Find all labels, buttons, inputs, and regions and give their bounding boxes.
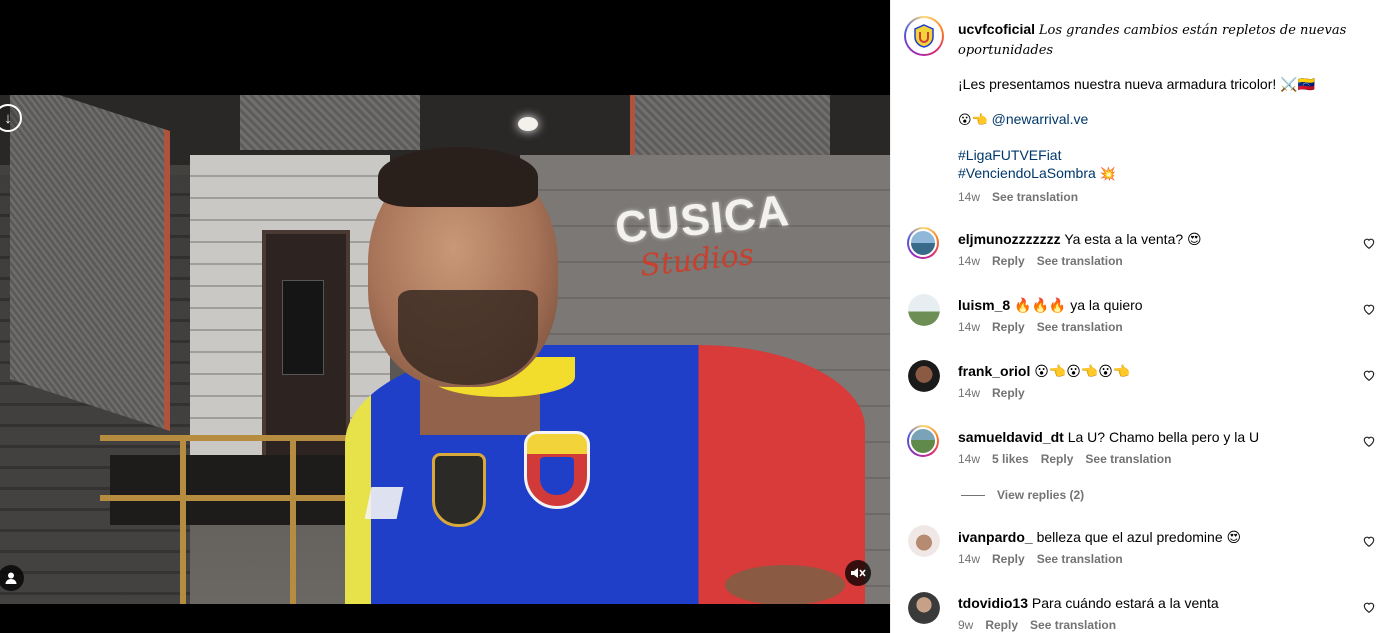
see-translation-link[interactable]: See translation	[1037, 320, 1123, 334]
view-replies-button[interactable]: View replies (2)	[997, 488, 1084, 502]
comment-meta: 14w 5 likes Reply See translation	[958, 452, 1171, 466]
caption-meta: 14w See translation	[958, 190, 1078, 204]
commenter-username[interactable]: frank_oriol	[958, 363, 1030, 379]
commenter-username[interactable]: ivanpardo_	[958, 529, 1033, 545]
commenter-username[interactable]: tdovidio13	[958, 595, 1028, 611]
comment: samueldavid_dt La U? Chamo bella pero y …	[958, 428, 1358, 446]
like-heart-icon[interactable]	[1362, 434, 1376, 448]
commenter-username[interactable]: samueldavid_dt	[958, 429, 1064, 445]
comment-meta: 14w Reply	[958, 386, 1025, 400]
caption-italic-1: Los grandes cambios están repletos de nu…	[1038, 23, 1347, 38]
hashtags: #LigaFUTVEFiat #VenciendoLaSombra 💥	[958, 146, 1358, 184]
comment-age: 14w	[958, 320, 981, 334]
door-sign	[282, 280, 324, 375]
see-translation-link[interactable]: See translation	[1085, 452, 1171, 466]
mention-link[interactable]: @newarrival.ve	[992, 111, 1089, 127]
reply-button[interactable]: Reply	[992, 254, 1025, 268]
caption-mention-line: 😮👈 @newarrival.ve	[958, 110, 1358, 130]
reply-button[interactable]: Reply	[985, 618, 1018, 632]
like-heart-icon[interactable]	[1362, 302, 1376, 316]
player-arm	[725, 565, 845, 604]
comment-age: 14w	[958, 452, 981, 466]
comment-text: Ya esta a la venta? 😍	[1064, 231, 1202, 247]
like-heart-icon[interactable]	[1362, 368, 1376, 382]
commenter-avatar[interactable]	[907, 227, 939, 259]
see-translation-link[interactable]: See translation	[1030, 618, 1116, 632]
like-heart-icon[interactable]	[1362, 534, 1376, 548]
comment-meta: 14w Reply See translation	[958, 254, 1123, 268]
see-translation-link[interactable]: See translation	[992, 190, 1078, 204]
burst-emoji: 💥	[1099, 167, 1116, 182]
comment-age: 9w	[958, 618, 974, 632]
kit-maker-logo	[364, 487, 404, 519]
comment-meta: 9w Reply See translation	[958, 618, 1116, 632]
see-translation-link[interactable]: See translation	[1037, 552, 1123, 566]
railing-post	[290, 435, 296, 604]
reply-button[interactable]: Reply	[992, 320, 1025, 334]
comment-age: 14w	[958, 552, 981, 566]
comment: luism_8 🔥🔥🔥 ya la quiero	[958, 296, 1358, 314]
video-player[interactable]: CUSICA Studios ↓	[0, 0, 890, 633]
comment-text: belleza que el azul predomine 😍	[1036, 529, 1242, 545]
player-beard	[398, 290, 538, 385]
player-hair	[378, 147, 538, 207]
see-translation-link[interactable]: See translation	[1037, 254, 1123, 268]
reply-button[interactable]: Reply	[992, 552, 1025, 566]
acoustic-panel-top-right	[630, 95, 830, 155]
caption: ucvfcoficial Los grandes cambios están r…	[958, 20, 1358, 60]
commenter-avatar[interactable]	[908, 525, 940, 557]
railing-post	[180, 435, 186, 604]
comments-panel[interactable]: ucvfcoficial Los grandes cambios están r…	[890, 0, 1380, 633]
acoustic-panel	[10, 95, 170, 431]
comment-text: 🔥🔥🔥 ya la quiero	[1014, 297, 1143, 313]
author-username[interactable]: ucvfcoficial	[958, 21, 1035, 37]
commenter-username[interactable]: luism_8	[958, 297, 1010, 313]
sponsor-crest	[432, 453, 486, 527]
like-heart-icon[interactable]	[1362, 600, 1376, 614]
comment: frank_oriol 😮👈😮👈😮👈	[958, 362, 1358, 380]
bench	[110, 455, 350, 525]
club-crest-center	[540, 457, 574, 495]
acoustic-panel-top	[240, 95, 420, 150]
commenter-username[interactable]: eljmunozzzzzzz	[958, 231, 1061, 247]
comment-text: 😮👈😮👈😮👈	[1034, 363, 1131, 379]
commenter-avatar[interactable]	[908, 592, 940, 624]
view-replies-row[interactable]: View replies (2)	[961, 488, 1084, 502]
likes-count[interactable]: 5 likes	[992, 452, 1029, 466]
comment-age: 14w	[958, 254, 981, 268]
comment: eljmunozzzzzzz Ya esta a la venta? 😍	[958, 230, 1358, 248]
muted-speaker-icon[interactable]	[845, 560, 871, 586]
hashtag-link[interactable]: #VenciendoLaSombra	[958, 165, 1096, 181]
caption-italic-2: oportunidades	[958, 43, 1054, 58]
replies-divider	[961, 494, 985, 496]
mention-emoji: 😮👈	[958, 113, 988, 128]
comment: ivanpardo_ belleza que el azul predomine…	[958, 528, 1358, 546]
commenter-avatar[interactable]	[908, 360, 940, 392]
comment-text: La U? Chamo bella pero y la U	[1067, 429, 1260, 445]
commenter-avatar[interactable]	[907, 425, 939, 457]
ceiling-light	[518, 117, 538, 131]
comment: tdovidio13 Para cuándo estará a la venta	[958, 594, 1358, 612]
comment-age: 14w	[958, 386, 981, 400]
comment-text: Para cuándo estará a la venta	[1031, 595, 1219, 611]
post-age: 14w	[958, 190, 981, 204]
caption-body: ¡Les presentamos nuestra nueva armadura …	[958, 76, 1316, 92]
reply-button[interactable]: Reply	[992, 386, 1025, 400]
reply-button[interactable]: Reply	[1041, 452, 1074, 466]
video-frame[interactable]: CUSICA Studios	[0, 95, 890, 604]
hashtag-link[interactable]: #LigaFUTVEFiat	[958, 147, 1061, 163]
comment-meta: 14w Reply See translation	[958, 552, 1123, 566]
commenter-avatar[interactable]	[908, 294, 940, 326]
like-heart-icon[interactable]	[1362, 236, 1376, 250]
comment-meta: 14w Reply See translation	[958, 320, 1123, 334]
author-avatar[interactable]	[904, 16, 944, 56]
